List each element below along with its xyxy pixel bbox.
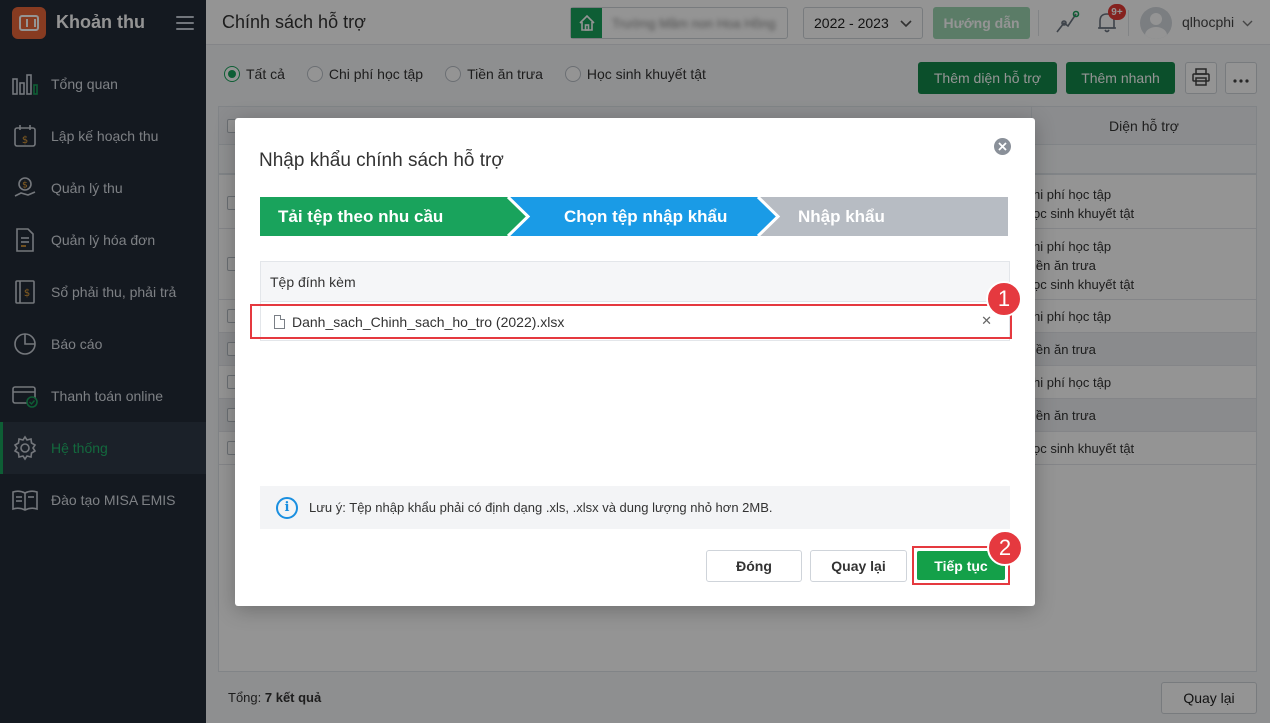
close-button[interactable]: Đóng — [706, 550, 802, 582]
import-note: i Lưu ý: Tệp nhập khẩu phải có định dạng… — [260, 486, 1010, 529]
note-text: Lưu ý: Tệp nhập khẩu phải có định dạng .… — [309, 500, 773, 515]
dialog-title: Nhập khẩu chính sách hỗ trợ — [259, 150, 504, 171]
close-icon[interactable] — [994, 138, 1011, 155]
info-icon: i — [276, 496, 298, 519]
step-label: Tải tệp theo nhu cầu — [278, 206, 444, 226]
callout-badge-1: 1 — [986, 281, 1022, 317]
import-stepper: Tải tệp theo nhu cầu Chọn tệp nhập khẩu … — [260, 197, 1008, 236]
file-icon — [274, 314, 285, 329]
step-label: Chọn tệp nhập khẩu — [564, 206, 728, 226]
attached-file-row[interactable]: Danh_sach_Chinh_sach_ho_tro (2022).xlsx … — [250, 304, 1012, 339]
step-download-template: Tải tệp theo nhu cầu — [278, 197, 443, 236]
remove-file-icon[interactable]: ✕ — [981, 313, 992, 329]
step-choose-file: Chọn tệp nhập khẩu — [564, 197, 727, 236]
attached-file-name: Danh_sach_Chinh_sach_ho_tro (2022).xlsx — [292, 313, 565, 330]
step-label: Nhập khẩu — [798, 206, 885, 226]
step-import: Nhập khẩu — [798, 197, 885, 236]
import-dialog: Nhập khẩu chính sách hỗ trợ Tải tệp theo… — [235, 118, 1035, 606]
callout-badge-2: 2 — [987, 530, 1023, 566]
attachment-header: Tệp đính kèm — [261, 262, 1009, 302]
back-button[interactable]: Quay lại — [810, 550, 907, 582]
